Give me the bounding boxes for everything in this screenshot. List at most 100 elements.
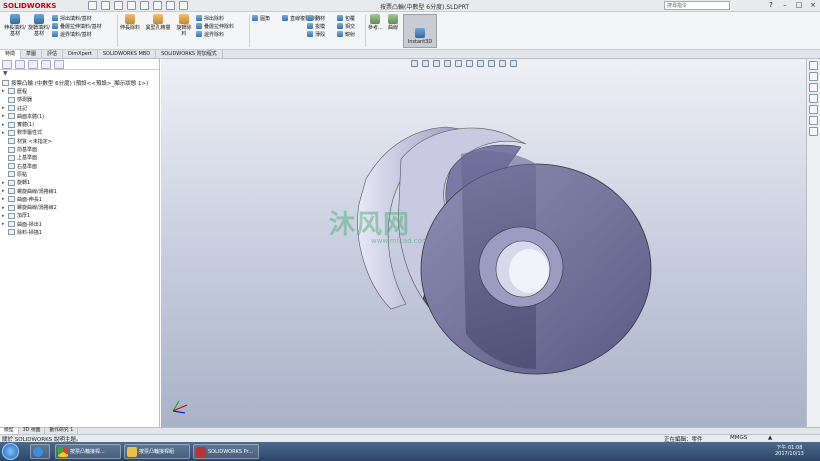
shell-button[interactable]: 薄殼 [307, 30, 325, 38]
open-file-icon[interactable] [101, 1, 110, 10]
extrude-boss-button[interactable]: 伸長填料/基材 [4, 14, 26, 37]
select-icon[interactable] [153, 1, 162, 10]
tab-mbd[interactable]: SOLIDWORKS MBD [98, 50, 157, 59]
instant3d-button[interactable]: Instant3D [403, 14, 437, 48]
tree-item[interactable]: ▸ 加厚1 [2, 212, 159, 220]
appearances-icon[interactable] [809, 105, 818, 114]
design-library-icon[interactable] [809, 72, 818, 81]
tree-item[interactable]: ▸ 實體(1) [2, 120, 159, 128]
tab-evaluate[interactable]: 評估 [42, 50, 64, 59]
swept-cut-icon [196, 15, 202, 21]
rebuild-icon[interactable] [166, 1, 175, 10]
lofted-cut-icon [196, 23, 202, 29]
tree-root[interactable]: 按票凸輪 (中數型 6分度) (預設<<預設>_顯示狀態 1>) [2, 79, 159, 87]
hole-wizard-button[interactable]: 異型孔精靈 [143, 14, 173, 31]
feature-manager-tab-icon[interactable] [2, 60, 12, 69]
curves-button[interactable]: 曲線 [388, 14, 398, 31]
ribbon-divider [365, 15, 366, 47]
tab-dimxpert[interactable]: DimXpert [63, 50, 98, 59]
loft-boss-icon [52, 23, 58, 29]
taskbar-item-solidworks[interactable]: SOLIDWORKS Pr... [193, 444, 259, 459]
draft-icon [307, 23, 313, 29]
solidworks-resources-icon[interactable] [809, 61, 818, 70]
draft-button[interactable]: 拔模 [307, 22, 325, 30]
annotation-icon [8, 105, 15, 112]
fillet-button[interactable]: 圓角 [252, 14, 270, 22]
options-icon[interactable] [179, 1, 188, 10]
solid-bodies-icon [8, 121, 15, 128]
tree-item[interactable]: 材質 <未指定> [2, 137, 159, 145]
minimize-icon[interactable]: – [780, 1, 790, 9]
cam-model[interactable] [161, 59, 806, 427]
ribbon-divider [249, 15, 250, 47]
save-icon[interactable] [114, 1, 123, 10]
ie-taskbar-icon[interactable] [30, 444, 50, 459]
solidworks-logo: SOLIDWORKS [3, 2, 57, 10]
system-clock[interactable]: 下午 01:08 2017/10/13 [775, 445, 804, 457]
swept-boss-button[interactable]: 掃出填料/基材 [52, 14, 92, 22]
model-tabs: 模型 3D 視圖 動作研究 1 [0, 427, 820, 435]
taskbar-item-folder[interactable]: 按票凸輪接桿組 [124, 444, 190, 459]
property-manager-tab-icon[interactable] [15, 60, 25, 69]
print-icon[interactable] [127, 1, 136, 10]
cam-bore-inner [509, 249, 549, 293]
revolve-boss-button[interactable]: 旋轉填料/基材 [28, 14, 50, 37]
tree-item[interactable]: ▸ 曲面-掃出1 [2, 220, 159, 228]
tree-item[interactable]: 除料-掃描1 [2, 228, 159, 236]
tree-item[interactable]: 前基準面 [2, 145, 159, 153]
start-button[interactable] [2, 443, 19, 460]
title-bar: SOLIDWORKS 按票凸輪(中數型 6分度).SLDPRT 搜尋指令 ? –… [0, 0, 820, 12]
document-title: 按票凸輪(中數型 6分度).SLDPRT [380, 4, 470, 11]
restore-icon[interactable]: □ [794, 1, 804, 9]
view-palette-icon[interactable] [809, 94, 818, 103]
custom-properties-icon[interactable] [809, 116, 818, 125]
new-file-icon[interactable] [88, 1, 97, 10]
graphics-area[interactable]: 沐风网 www.mfcad.com [161, 59, 806, 427]
revolved-cut-button[interactable]: 旋轉除料 [175, 14, 193, 37]
plane-icon [8, 146, 15, 153]
material-icon [8, 138, 15, 145]
tree-item[interactable]: ▸ 曲面本體(1) [2, 112, 159, 120]
tree-item[interactable]: ▸ 數學屬性式 [2, 129, 159, 137]
boundary-cut-button[interactable]: 邊界除料 [196, 30, 224, 38]
rib-button[interactable]: 肋材 [307, 14, 325, 22]
tree-item[interactable]: 原點 [2, 170, 159, 178]
reference-geometry-button[interactable]: 參考... [368, 14, 383, 31]
dimxpert-manager-tab-icon[interactable] [41, 60, 51, 69]
forum-icon[interactable] [809, 127, 818, 136]
mirror-button[interactable]: 鏡射 [337, 30, 355, 38]
internet-explorer-icon [33, 446, 43, 457]
status-arrow-icon[interactable]: ▲ [768, 435, 772, 441]
tab-features[interactable]: 特徵 [0, 50, 22, 59]
extruded-cut-button[interactable]: 伸長除料 [120, 14, 140, 31]
configuration-manager-tab-icon[interactable] [28, 60, 38, 69]
loft-boss-button[interactable]: 疊層拉伸填料/基材 [52, 22, 102, 30]
tree-item[interactable]: 感測器 [2, 96, 159, 104]
taskbar-item-chrome[interactable]: 按票凸輪接桿... [55, 444, 121, 459]
boundary-boss-button[interactable]: 邊界填料/基材 [52, 30, 92, 38]
tree-item[interactable]: ▸ 註記 [2, 104, 159, 112]
extrude-boss-icon [10, 14, 20, 24]
tree-item[interactable]: ▸ 旋轉1 [2, 179, 159, 187]
display-manager-tab-icon[interactable] [54, 60, 64, 69]
tree-item[interactable]: 上基準面 [2, 154, 159, 162]
close-icon[interactable]: × [808, 1, 818, 9]
tree-item[interactable]: 右基準面 [2, 162, 159, 170]
tree-item[interactable]: ▸ 曲面-伸長1 [2, 195, 159, 203]
help-menu-icon[interactable]: ? [766, 1, 776, 9]
tab-addins[interactable]: SOLIDWORKS 附加程式 [156, 50, 223, 59]
tree-item[interactable]: ▸ 歷程 [2, 87, 159, 95]
file-explorer-icon[interactable] [809, 83, 818, 92]
part-icon [2, 80, 9, 87]
undo-icon[interactable] [140, 1, 149, 10]
swept-cut-button[interactable]: 掃出除料 [196, 14, 224, 22]
tree-item[interactable]: ▸ 螺旋曲線/渦捲線1 [2, 187, 159, 195]
tab-sketch[interactable]: 草圖 [21, 50, 43, 59]
units-selector[interactable]: MMGS [730, 435, 747, 441]
search-commands-input[interactable]: 搜尋指令 [664, 1, 730, 10]
intersect-button[interactable]: 相交 [337, 22, 355, 30]
filter-icon[interactable]: ▼ [0, 70, 159, 79]
wrap-button[interactable]: 包覆 [337, 14, 355, 22]
tree-item[interactable]: ▸ 螺旋曲線/渦捲線2 [2, 203, 159, 211]
lofted-cut-button[interactable]: 疊層拉伸除料 [196, 22, 234, 30]
